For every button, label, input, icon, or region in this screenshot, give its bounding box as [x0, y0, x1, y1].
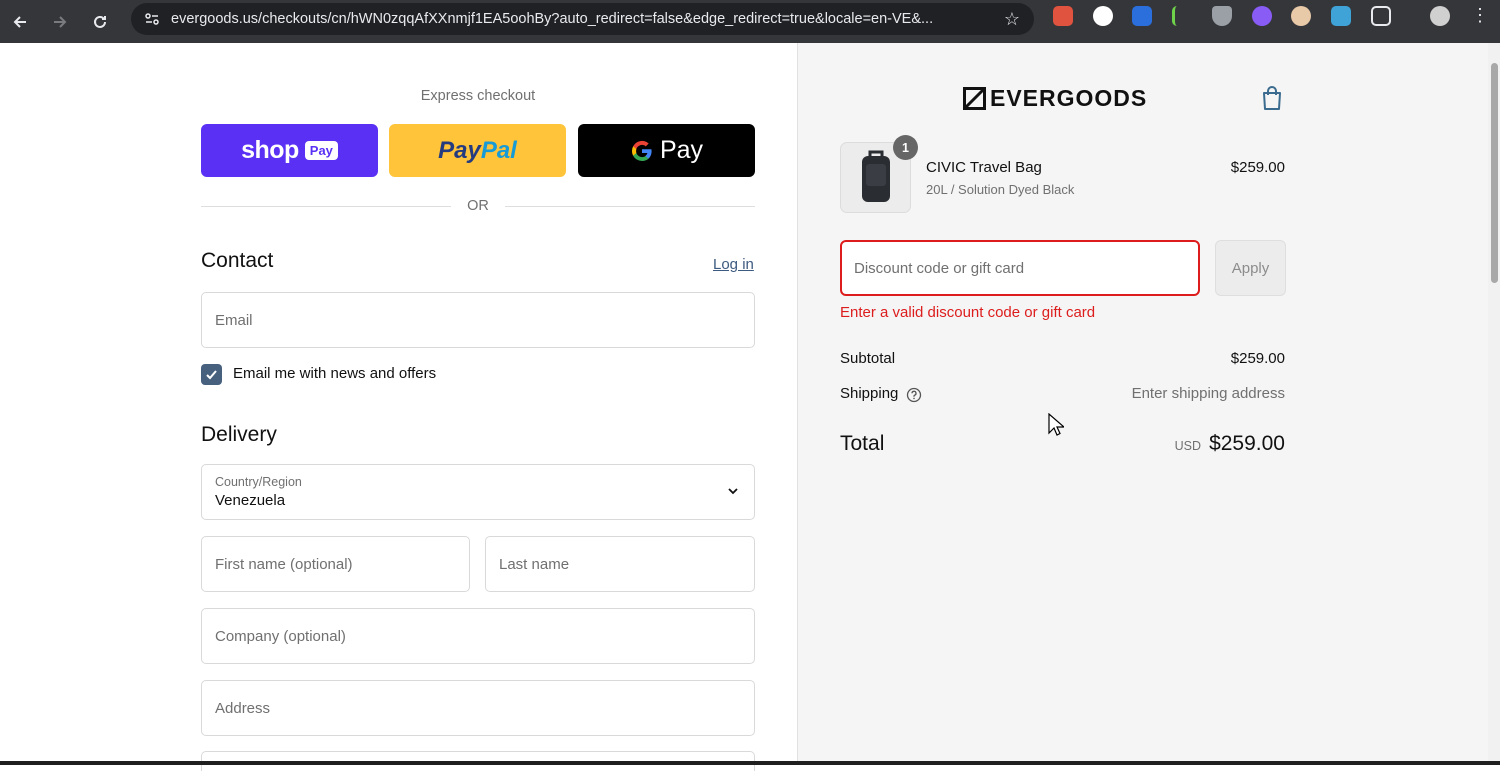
forward-icon[interactable]: [40, 0, 80, 43]
extension-blue-icon[interactable]: [1132, 6, 1152, 26]
extension-fox-icon[interactable]: [1053, 6, 1073, 26]
express-checkout-title: Express checkout: [420, 88, 536, 104]
discount-code-field[interactable]: Discount code or gift card: [840, 240, 1200, 296]
extension-purple-icon[interactable]: [1252, 6, 1272, 26]
checkmark-icon: [206, 370, 217, 380]
discount-placeholder: Discount code or gift card: [854, 260, 1025, 277]
extension-circle-icon[interactable]: [1093, 6, 1113, 26]
newsletter-label[interactable]: Email me with news and offers: [233, 365, 436, 382]
address-field[interactable]: Address: [201, 680, 755, 736]
product-price: $259.00: [1230, 159, 1285, 176]
extension-chart-icon[interactable]: [1172, 6, 1192, 26]
country-value: Venezuela: [215, 492, 286, 509]
or-text: OR: [467, 198, 489, 214]
divider-line-left: [201, 206, 451, 207]
paypal-wordmark-part2: Pal: [480, 136, 517, 164]
subtotal-value: $259.00: [1230, 350, 1285, 367]
discount-error-message: Enter a valid discount code or gift card: [840, 304, 1096, 321]
google-pay-wordmark: Pay: [659, 136, 704, 164]
divider-line-right: [505, 206, 755, 207]
mouse-cursor-icon: [1048, 413, 1064, 436]
brand-name: EVERGOODS: [990, 85, 1148, 111]
order-summary: EVERGOODS 1 CIVIC Travel Bag 20L / Solut…: [798, 43, 1488, 765]
total-label: Total: [840, 432, 885, 455]
email-field[interactable]: Email: [201, 292, 755, 348]
company-field[interactable]: Company (optional): [201, 608, 755, 664]
subtotal-label: Subtotal: [840, 350, 896, 367]
shop-pay-badge: Pay: [304, 141, 338, 160]
site-info-icon[interactable]: [137, 11, 167, 27]
address-bar[interactable]: evergoods.us/checkouts/cn/hWN0zqqAfXXnmj…: [131, 3, 1034, 35]
company-placeholder: Company (optional): [215, 628, 346, 645]
back-icon[interactable]: [0, 0, 40, 43]
page-scrollbar[interactable]: [1488, 43, 1500, 765]
bookmark-star-icon[interactable]: ☆: [1004, 9, 1020, 30]
first-name-placeholder: First name (optional): [215, 556, 353, 573]
profile-avatar[interactable]: [1430, 6, 1450, 26]
country-label: Country/Region: [215, 475, 302, 489]
extension-shield-icon[interactable]: [1212, 6, 1232, 26]
newsletter-checkbox[interactable]: [201, 364, 222, 385]
address-placeholder: Address: [215, 700, 271, 717]
extension-cookie-icon[interactable]: [1291, 6, 1311, 26]
checkout-form: Express checkout shop Pay Pay Pal Pay OR …: [0, 43, 798, 771]
shipping-value: Enter shipping address: [1131, 385, 1285, 402]
login-link[interactable]: Log in: [713, 256, 754, 273]
country-select[interactable]: Country/Region Venezuela: [201, 464, 755, 520]
last-name-placeholder: Last name: [499, 556, 570, 573]
quantity-badge: 1: [893, 135, 918, 160]
total-value: $259.00: [1209, 432, 1285, 455]
shop-pay-button[interactable]: shop Pay: [201, 124, 378, 177]
paypal-button[interactable]: Pay Pal: [389, 124, 566, 177]
shopping-bag-icon[interactable]: [1261, 85, 1283, 111]
browser-toolbar: evergoods.us/checkouts/cn/hWN0zqqAfXXnmj…: [0, 0, 1500, 43]
evergoods-logo-mark-icon: [963, 87, 986, 110]
delivery-title: Delivery: [201, 423, 277, 446]
total-currency: USD: [1174, 439, 1201, 453]
contact-title: Contact: [201, 249, 274, 272]
browser-menu-icon[interactable]: ⋮: [1470, 6, 1490, 26]
shop-pay-wordmark: shop: [241, 136, 299, 164]
extensions-puzzle-icon[interactable]: [1371, 6, 1391, 26]
product-name: CIVIC Travel Bag: [926, 159, 1042, 176]
product-variant: 20L / Solution Dyed Black: [926, 182, 1075, 197]
google-pay-button[interactable]: Pay: [578, 124, 755, 177]
scrollbar-thumb[interactable]: [1491, 63, 1498, 283]
chevron-down-icon: [728, 488, 738, 495]
backpack-image: [861, 150, 890, 202]
shipping-label: Shipping: [840, 385, 899, 402]
help-icon[interactable]: [906, 387, 922, 403]
paypal-wordmark-part1: Pay: [438, 136, 481, 164]
first-name-field[interactable]: First name (optional): [201, 536, 470, 592]
apply-discount-button[interactable]: Apply: [1215, 240, 1286, 296]
email-placeholder: Email: [215, 312, 253, 329]
extension-folder-icon[interactable]: [1331, 6, 1351, 26]
evergoods-logo[interactable]: EVERGOODS: [963, 85, 1147, 112]
reload-icon[interactable]: [80, 0, 120, 43]
taskbar-edge: [0, 761, 1500, 765]
url-text: evergoods.us/checkouts/cn/hWN0zqqAfXXnmj…: [171, 11, 934, 27]
google-g-icon: [631, 140, 652, 161]
or-divider: OR: [201, 196, 755, 216]
last-name-field[interactable]: Last name: [485, 536, 755, 592]
